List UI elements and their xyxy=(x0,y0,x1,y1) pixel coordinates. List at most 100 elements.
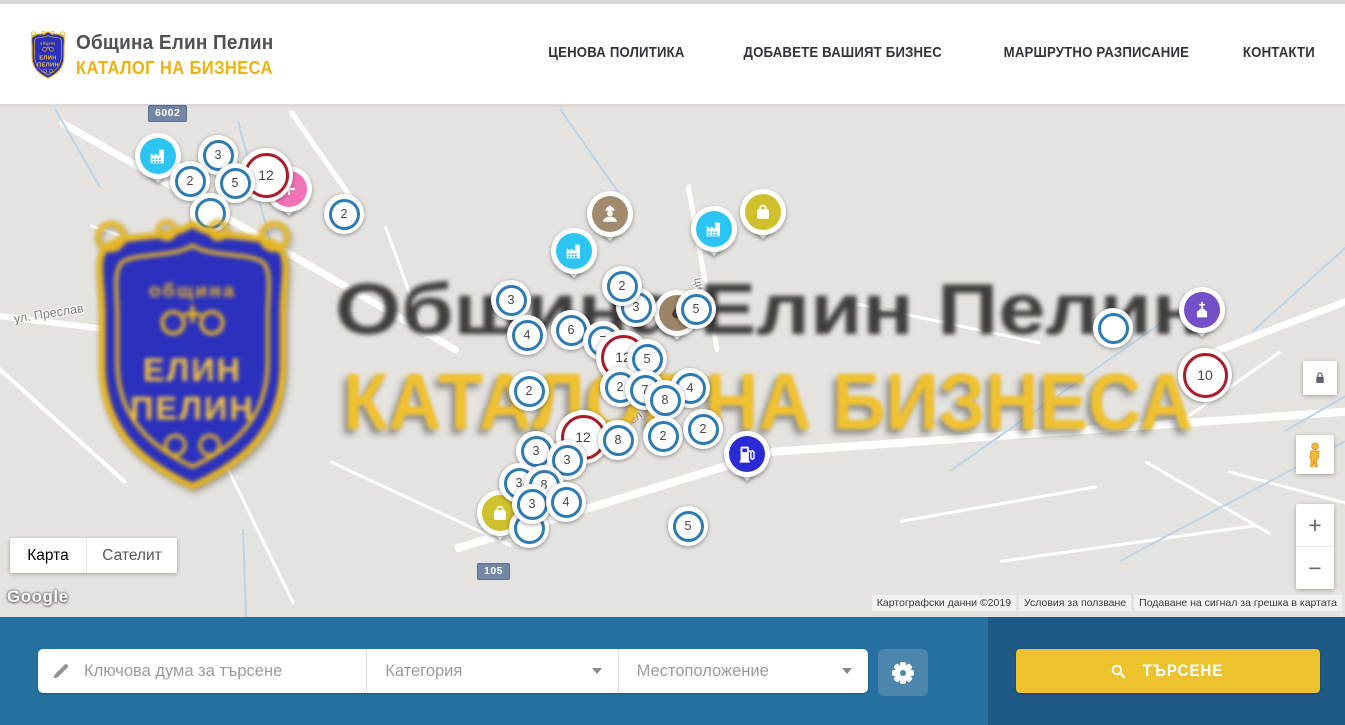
cluster-count: 6 xyxy=(568,323,575,337)
cluster-marker[interactable]: 3 xyxy=(491,280,531,320)
cluster-marker[interactable] xyxy=(190,193,230,233)
keyword-search-input[interactable] xyxy=(82,661,366,682)
cluster-ring: 5 xyxy=(681,294,712,325)
cluster-count: 2 xyxy=(700,422,707,436)
zoom-out-button[interactable]: − xyxy=(1296,547,1334,589)
marker-body xyxy=(1179,287,1225,333)
location-dropdown[interactable]: Местоположение xyxy=(619,649,868,693)
cluster-marker[interactable]: 4 xyxy=(507,315,547,355)
cluster-marker[interactable]: 2 xyxy=(643,416,683,456)
cluster-count: 3 xyxy=(508,293,515,307)
cluster-ring: 2 xyxy=(607,271,638,302)
cluster-ring: 6 xyxy=(556,315,587,346)
google-logo[interactable]: Google xyxy=(7,587,69,607)
map-road xyxy=(900,485,1097,523)
cluster-ring: 2 xyxy=(648,421,679,452)
nav-item-route-schedule[interactable]: МАРШРУТНО РАЗПИСАНИЕ xyxy=(1004,44,1189,61)
brand-block[interactable]: Община Елин Пелин КАТАЛОГ НА БИЗНЕСА xyxy=(76,32,290,79)
nav-item-add-business[interactable]: ДОБАВЕТЕ ВАШИЯТ БИЗНЕС xyxy=(743,44,941,61)
crest-top-word: община xyxy=(40,42,55,46)
cluster-ring: 4 xyxy=(551,487,582,518)
cluster-count: 4 xyxy=(687,381,694,395)
cluster-marker[interactable]: 2 xyxy=(602,266,642,306)
cluster-marker[interactable]: 10 xyxy=(1178,348,1232,402)
map-type-satellite-button[interactable]: Сателит xyxy=(87,538,177,573)
site-title: Община Елин Пелин xyxy=(76,32,279,55)
cluster-marker[interactable]: 2 xyxy=(509,371,549,411)
watermark-crest-top-word: община xyxy=(149,280,236,302)
fuel-marker[interactable] xyxy=(724,431,770,477)
marker-body xyxy=(551,228,597,274)
map-road xyxy=(1228,470,1345,507)
cluster-count: 5 xyxy=(232,176,239,190)
road-shield: 105 xyxy=(477,563,510,580)
map-canvas[interactable]: 12 3 2 5 2 xyxy=(0,104,1345,617)
watermark-crest-name-line2: ПЕЛИН xyxy=(130,391,255,427)
category-dropdown-label: Категория xyxy=(385,662,462,681)
zoom-control: + − xyxy=(1296,504,1334,589)
cluster-marker[interactable]: 4 xyxy=(546,482,586,522)
watermark-title: Община Елин Пелин xyxy=(325,262,1215,357)
church-icon xyxy=(1191,299,1213,321)
cluster-count: 5 xyxy=(693,302,700,316)
cluster-count: 8 xyxy=(615,433,622,447)
map-road xyxy=(0,355,128,485)
marker-body xyxy=(740,189,786,235)
site-subtitle: КАТАЛОГ НА БИЗНЕСА xyxy=(76,58,273,79)
factory-marker[interactable] xyxy=(691,206,737,252)
nav-item-pricing[interactable]: ЦЕНОВА ПОЛИТИКА xyxy=(548,44,684,61)
search-inputs: Категория Местоположение xyxy=(38,649,868,693)
crest-name-line1: ЕЛИН xyxy=(39,56,57,62)
factory-icon xyxy=(147,145,169,167)
cluster-ring: 2 xyxy=(329,199,360,230)
factory-icon xyxy=(703,218,725,240)
map-type-control: Карта Сателит xyxy=(10,538,177,573)
cluster-marker[interactable]: 2 xyxy=(324,194,364,234)
cluster-marker[interactable]: 5 xyxy=(668,506,708,546)
municipality-crest-logo[interactable]: община ЕЛИН ПЕЛИН xyxy=(29,26,67,84)
cluster-count: 2 xyxy=(660,429,667,443)
worker-icon xyxy=(599,203,621,225)
keyword-segment xyxy=(38,649,367,693)
pegman-control[interactable] xyxy=(1296,435,1334,474)
map-type-map-button[interactable]: Карта xyxy=(10,538,87,573)
main-nav: ЦЕНОВА ПОЛИТИКА ДОБАВЕТЕ ВАШИЯТ БИЗНЕС М… xyxy=(539,0,1320,104)
cluster-marker[interactable]: 8 xyxy=(598,420,638,460)
cluster-count: 10 xyxy=(1197,367,1213,383)
lock-button[interactable] xyxy=(1303,361,1337,395)
cluster-marker[interactable]: 8 xyxy=(645,380,685,420)
map-waterline xyxy=(949,315,1171,472)
search-button-label: ТЪРСЕНЕ xyxy=(1143,662,1224,681)
cluster-count: 4 xyxy=(563,495,570,509)
zoom-in-button[interactable]: + xyxy=(1296,504,1334,547)
chevron-down-icon xyxy=(592,668,602,674)
pencil-icon xyxy=(50,660,72,682)
svg-text:Община Елин Пелин: Община Елин Пелин xyxy=(335,270,1203,350)
cluster-ring: 2 xyxy=(688,414,719,445)
map-waterline xyxy=(54,109,101,188)
cluster-count: 2 xyxy=(619,279,626,293)
cluster-marker[interactable]: 5 xyxy=(676,289,716,329)
category-dropdown[interactable]: Категория xyxy=(367,649,618,693)
cluster-marker[interactable]: 2 xyxy=(683,409,723,449)
cluster-ring: 5 xyxy=(673,511,704,542)
cluster-ring: 2 xyxy=(514,376,545,407)
cluster-count: 5 xyxy=(685,519,692,533)
cluster-count: 12 xyxy=(258,167,274,183)
bag-marker[interactable] xyxy=(740,189,786,235)
lock-icon xyxy=(1310,368,1330,388)
advanced-settings-button[interactable] xyxy=(878,649,928,696)
church-marker[interactable] xyxy=(1179,287,1225,333)
search-bar: Категория Местоположение ТЪ xyxy=(0,617,1345,725)
search-button[interactable]: ТЪРСЕНЕ xyxy=(1016,649,1320,693)
nav-item-contacts[interactable]: КОНТАКТИ xyxy=(1243,44,1315,61)
cluster-marker[interactable] xyxy=(1093,308,1133,348)
report-error-link[interactable]: Подаване на сигнал за грешка в картата xyxy=(1134,595,1342,611)
road-shield: 6002 xyxy=(148,105,187,122)
gear-icon xyxy=(892,662,914,684)
cluster-ring: 8 xyxy=(603,425,634,456)
factory-marker[interactable] xyxy=(551,228,597,274)
terms-link[interactable]: Условия за ползване xyxy=(1019,595,1131,611)
cluster-count: 5 xyxy=(644,352,651,366)
business-catalog-page: община ЕЛИН ПЕЛИН Община Елин Пелин КАТА… xyxy=(0,0,1345,725)
